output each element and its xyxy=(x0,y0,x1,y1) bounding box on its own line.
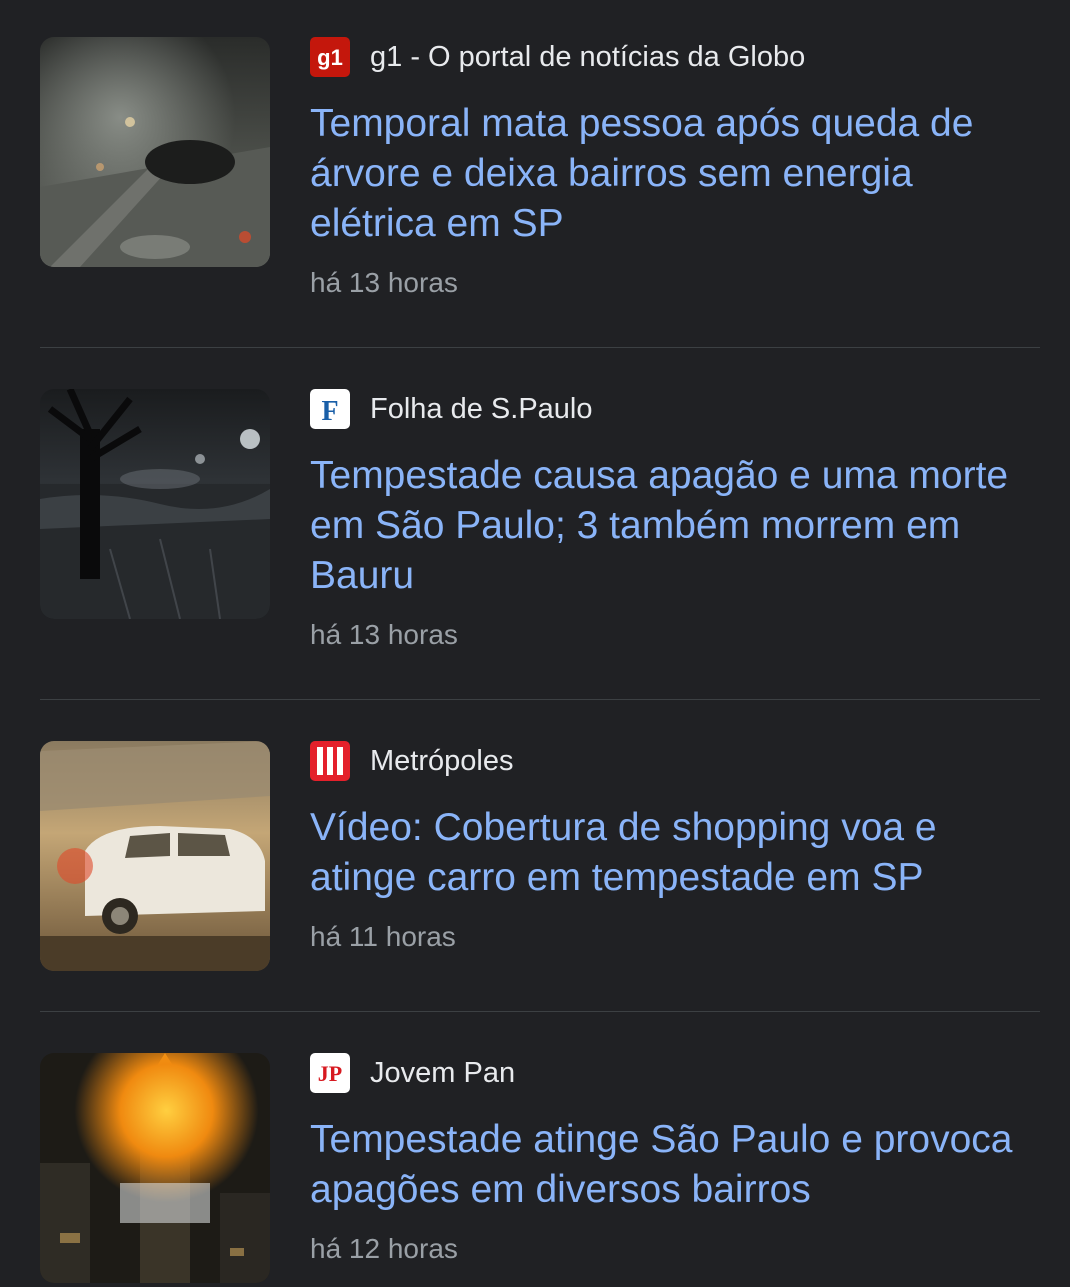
svg-text:g1: g1 xyxy=(317,45,343,70)
article-source: Metrópoles xyxy=(310,741,1040,781)
folha-logo-icon: F xyxy=(310,389,350,429)
source-name: Jovem Pan xyxy=(370,1057,516,1089)
storm-street-night-image xyxy=(40,37,270,267)
article-timestamp: há 11 horas xyxy=(310,921,456,952)
source-name: Folha de S.Paulo xyxy=(370,393,593,425)
article-thumbnail[interactable] xyxy=(40,37,270,267)
article-timestamp: há 13 horas xyxy=(310,267,458,298)
svg-text:F: F xyxy=(321,396,338,427)
article-source: JP Jovem Pan xyxy=(310,1053,1040,1093)
source-name: g1 - O portal de notícias da Globo xyxy=(370,41,806,73)
article-timestamp: há 13 horas xyxy=(310,619,458,650)
article-timestamp: há 12 horas xyxy=(310,1233,458,1264)
metropoles-logo-icon xyxy=(310,741,350,781)
article-thumbnail[interactable] xyxy=(40,389,270,619)
white-car-roof-image xyxy=(40,741,270,971)
article-source: F Folha de S.Paulo xyxy=(310,389,1040,429)
divider xyxy=(40,347,1040,348)
article-headline-link[interactable]: Tempestade atinge São Paulo e provoca ap… xyxy=(310,1115,1040,1215)
g1-logo-icon: g1 xyxy=(310,37,350,77)
article-headline-link[interactable]: Tempestade causa apagão e uma morte em S… xyxy=(310,451,1040,601)
article-thumbnail[interactable] xyxy=(40,741,270,971)
flooded-street-tree-image xyxy=(40,389,270,619)
article-thumbnail[interactable] xyxy=(40,1053,270,1283)
burning-tower-image xyxy=(40,1053,270,1283)
article-source: g1 g1 - O portal de notícias da Globo xyxy=(310,37,1040,77)
divider xyxy=(40,1011,1040,1012)
divider xyxy=(40,699,1040,700)
article-headline-link[interactable]: Temporal mata pessoa após queda de árvor… xyxy=(310,99,1040,249)
source-name: Metrópoles xyxy=(370,745,514,777)
svg-text:JP: JP xyxy=(318,1061,342,1086)
article-headline-link[interactable]: Vídeo: Cobertura de shopping voa e ating… xyxy=(310,803,1040,903)
jovem-pan-logo-icon: JP xyxy=(310,1053,350,1093)
